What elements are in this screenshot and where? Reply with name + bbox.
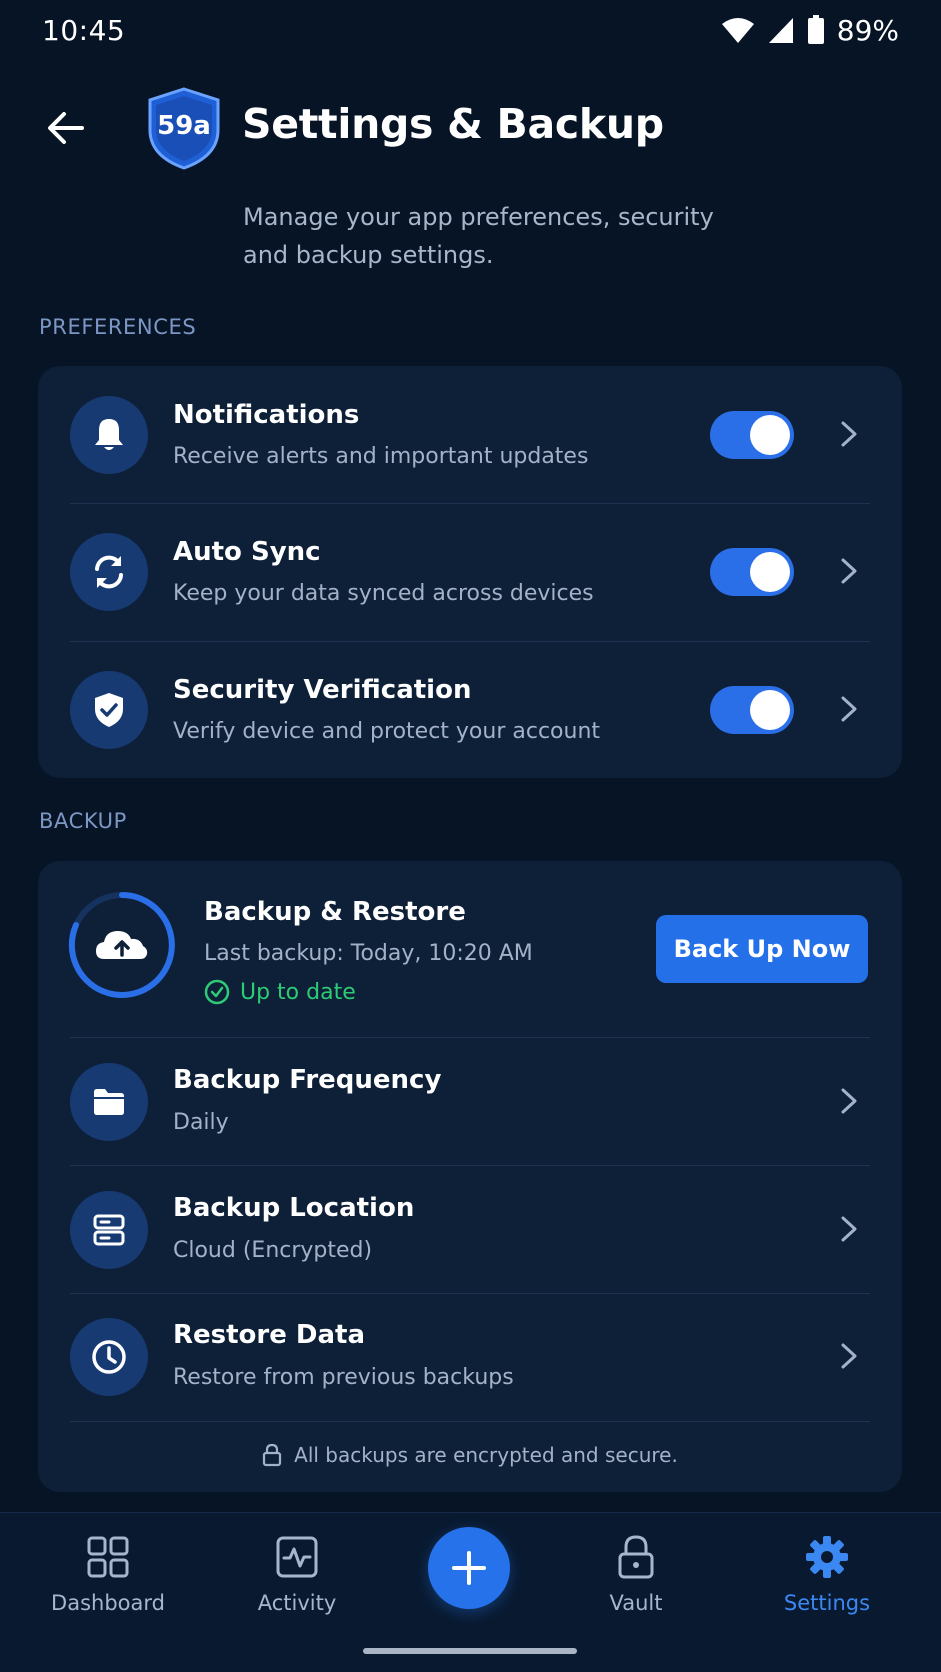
setting-title: Restore Data [173, 1320, 366, 1350]
home-indicator[interactable] [363, 1648, 577, 1654]
backup-status-row: Backup & Restore Last backup: Today, 10:… [38, 861, 902, 1037]
chevron-right-icon [834, 1086, 864, 1116]
icon-circle [70, 1191, 148, 1269]
toggle-knob [750, 552, 790, 592]
notifications-toggle[interactable] [710, 411, 794, 459]
lock-small-icon [263, 1443, 282, 1467]
activity-icon [273, 1533, 321, 1581]
backup-state-text: Up to date [240, 979, 356, 1005]
chevron-right-icon [834, 694, 864, 724]
security-verification-toggle[interactable] [710, 686, 794, 734]
backup-state-badge: Up to date [204, 979, 356, 1005]
page-title: Settings & Backup [242, 100, 664, 148]
status-icons: 89% [721, 14, 899, 47]
add-button[interactable] [428, 1527, 510, 1609]
setting-row-notifications[interactable]: Notifications Receive alerts and importa… [38, 366, 902, 503]
encryption-note: All backups are encrypted and secure. [38, 1443, 902, 1467]
shield-check-icon [95, 693, 123, 727]
bell-icon [95, 419, 123, 450]
clock-icon [92, 1340, 126, 1374]
setting-subtitle: Verify device and protect your account [173, 719, 601, 744]
icon-circle [70, 396, 148, 474]
setting-title: Backup Frequency [173, 1065, 442, 1095]
chevron-right-icon [834, 419, 864, 449]
lock-icon [612, 1533, 660, 1581]
nav-item-dashboard[interactable]: Dashboard [18, 1533, 198, 1633]
logo-text: 59a [157, 111, 211, 141]
setting-title: Notifications [173, 400, 360, 430]
server-icon [93, 1214, 125, 1246]
backup-row-restore[interactable]: Restore Data Restore from previous backu… [38, 1294, 902, 1421]
chevron-right-icon [834, 1214, 864, 1244]
setting-subtitle: Daily [173, 1110, 229, 1135]
toggle-knob [750, 690, 790, 730]
arrow-left-icon [48, 112, 84, 144]
nav-label: Settings [783, 1591, 871, 1615]
status-time: 10:45 [42, 13, 126, 47]
check-circle-icon [204, 979, 230, 1005]
gear-icon [803, 1533, 851, 1581]
cloud-upload-icon [96, 931, 148, 959]
sync-icon [95, 555, 123, 589]
icon-circle [70, 1063, 148, 1141]
nav-label: Activity [257, 1591, 337, 1615]
header: 59a Settings & Backup [0, 80, 941, 176]
signal-icon [768, 18, 793, 43]
backup-title: Backup & Restore [204, 897, 466, 927]
divider [70, 1421, 870, 1422]
section-label-preferences: PREFERENCES [39, 315, 197, 339]
toggle-knob [750, 415, 790, 455]
preferences-card: Notifications Receive alerts and importa… [38, 366, 902, 778]
chevron-right-icon [834, 1341, 864, 1371]
setting-row-security-verification[interactable]: Security Verification Verify device and … [38, 642, 902, 778]
nav-label: Dashboard [51, 1591, 165, 1615]
setting-title: Security Verification [173, 675, 472, 705]
last-backup-text: Last backup: Today, 10:20 AM [204, 941, 533, 966]
setting-title: Auto Sync [173, 537, 321, 567]
battery-icon [807, 15, 824, 44]
grid-icon [84, 1533, 132, 1581]
setting-subtitle: Cloud (Encrypted) [173, 1238, 373, 1263]
icon-circle [70, 1318, 148, 1396]
section-label-backup: BACKUP [39, 809, 127, 833]
encryption-note-text: All backups are encrypted and secure. [294, 1443, 678, 1467]
page-subtitle: Manage your app preferences, security an… [243, 203, 714, 269]
nav-item-activity[interactable]: Activity [207, 1533, 387, 1633]
battery-percent: 89% [836, 13, 899, 47]
backup-row-location[interactable]: Backup Location Cloud (Encrypted) [38, 1166, 902, 1293]
icon-circle [70, 533, 148, 611]
chevron-right-icon [834, 556, 864, 586]
setting-row-auto-sync[interactable]: Auto Sync Keep your data synced across d… [38, 504, 902, 641]
setting-title: Backup Location [173, 1193, 415, 1223]
nav-label: Vault [609, 1591, 663, 1615]
nav-item-settings[interactable]: Settings [737, 1533, 917, 1633]
plus-icon [452, 1551, 486, 1585]
app-logo: 59a [146, 86, 222, 170]
backup-card: Backup & Restore Last backup: Today, 10:… [38, 861, 902, 1492]
icon-circle [70, 671, 148, 749]
backup-row-frequency[interactable]: Backup Frequency Daily [38, 1038, 902, 1165]
back-up-now-button[interactable]: Back Up Now [656, 915, 868, 983]
setting-subtitle: Keep your data synced across devices [173, 581, 594, 606]
folder-icon [94, 1089, 124, 1115]
nav-item-vault[interactable]: Vault [546, 1533, 726, 1633]
back-button[interactable] [40, 102, 92, 154]
backup-progress-ring [68, 892, 175, 998]
auto-sync-toggle[interactable] [710, 548, 794, 596]
wifi-icon [721, 18, 754, 43]
setting-subtitle: Restore from previous backups [173, 1365, 514, 1390]
status-bar: 10:45 89% [0, 0, 941, 60]
setting-subtitle: Receive alerts and important updates [173, 444, 589, 469]
